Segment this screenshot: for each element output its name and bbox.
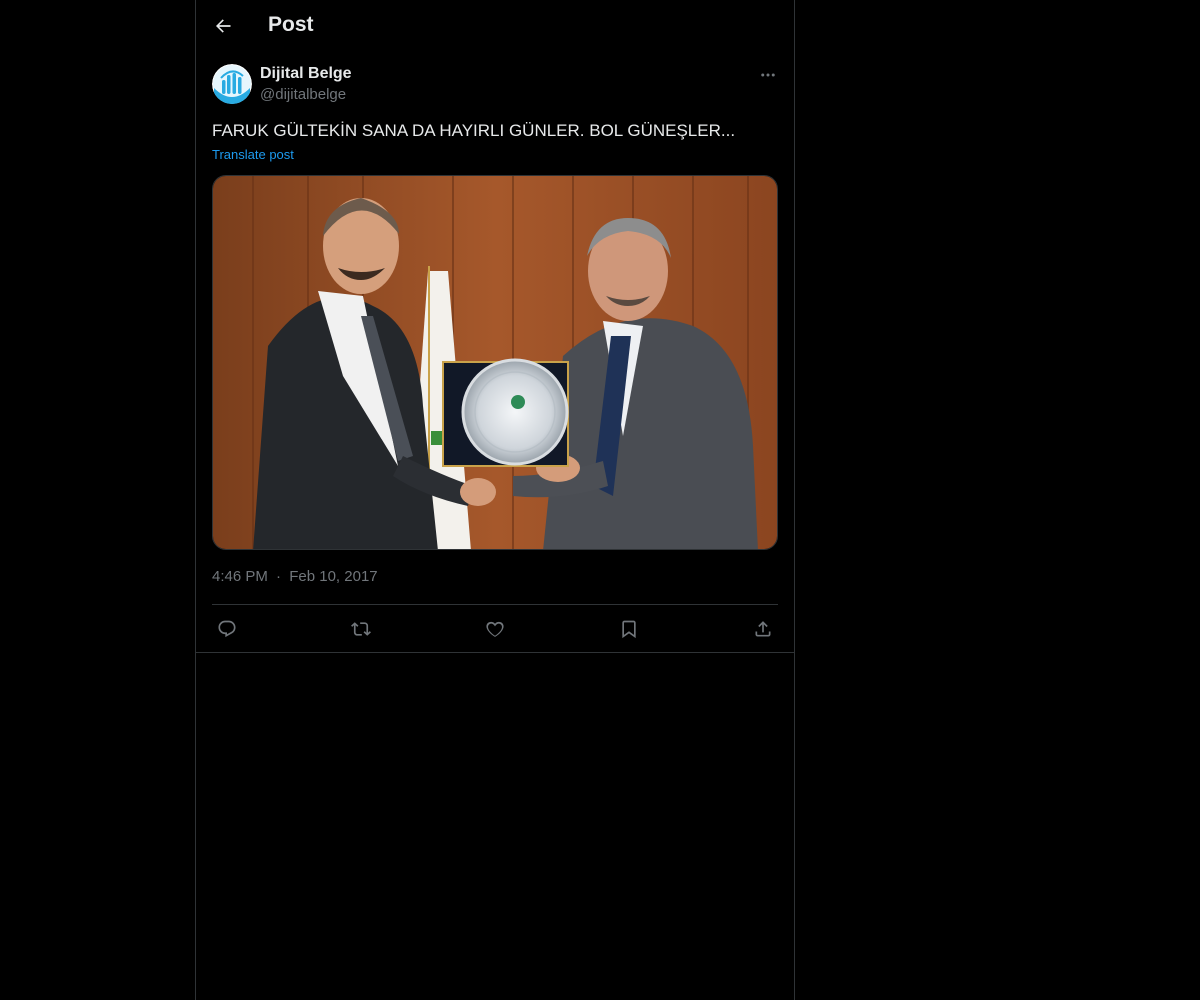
- share-icon: [755, 621, 771, 637]
- post-image[interactable]: [212, 175, 778, 550]
- repost-button[interactable]: [347, 616, 375, 642]
- bookmark-button[interactable]: [615, 616, 643, 642]
- page-title: Post: [268, 13, 314, 36]
- divider: [212, 604, 778, 605]
- back-button[interactable]: [206, 9, 240, 43]
- post-header: Post: [196, 0, 794, 53]
- heart-icon: [486, 621, 504, 637]
- share-button[interactable]: [749, 616, 777, 642]
- author-handle[interactable]: @dijitalbelge: [260, 86, 346, 103]
- more-horizontal-icon: [761, 73, 775, 77]
- post-text: FARUK GÜLTEKİN SANA DA HAYIRLI GÜNLER. B…: [212, 121, 736, 140]
- main-column: Post Dijital Belge @dijitalbelge FARUK G…: [195, 0, 795, 1000]
- dijital-belge-logo-icon: [212, 64, 252, 104]
- bookmark-icon: [622, 620, 636, 639]
- post-date-link[interactable]: Feb 10, 2017: [289, 568, 377, 585]
- meta-separator: ·: [276, 568, 282, 585]
- reply-button[interactable]: [213, 616, 241, 642]
- arrow-left-icon: [216, 19, 231, 33]
- repost-icon: [351, 622, 371, 636]
- translate-post-link[interactable]: Translate post: [212, 147, 294, 162]
- post-time-link[interactable]: 4:46 PM: [212, 568, 268, 585]
- avatar[interactable]: [212, 64, 252, 104]
- post-timestamp: 4:46 PM · Feb 10, 2017: [212, 568, 378, 585]
- post-photo: [213, 176, 777, 549]
- author-display-name[interactable]: Dijital Belge: [260, 65, 352, 83]
- more-options-button[interactable]: [754, 62, 782, 88]
- like-button[interactable]: [481, 616, 509, 642]
- post-bottom-divider: [196, 652, 794, 653]
- reply-icon: [218, 620, 236, 638]
